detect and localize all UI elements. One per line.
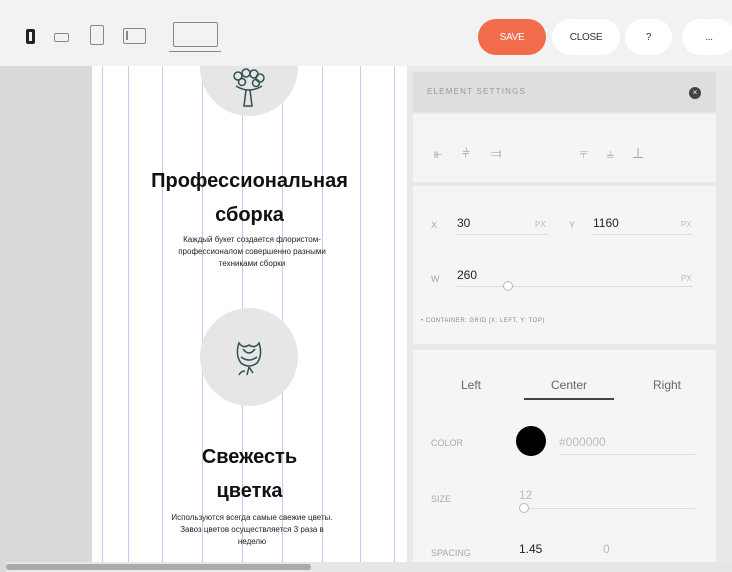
feature-title[interactable]: Свежесть: [92, 442, 407, 472]
w-unit: PX: [681, 274, 692, 283]
y-input-underline: [593, 234, 693, 235]
tablet-landscape-icon[interactable]: [123, 28, 146, 44]
spacing-input[interactable]: 1.45: [519, 542, 542, 556]
panel-title: ELEMENT SETTINGS: [427, 87, 527, 96]
help-button[interactable]: ?: [625, 19, 672, 55]
y-input[interactable]: 1160: [593, 216, 619, 230]
desktop-icon[interactable]: [169, 22, 221, 52]
position-size-card: X 30 PX Y 1160 PX W 260 PX • CONTAINER: …: [413, 186, 716, 344]
align-center-horizontal-icon[interactable]: ⫩: [455, 144, 477, 162]
tab-left[interactable]: Left: [431, 378, 511, 392]
text-line: профессионалом совершенно разными: [178, 247, 326, 256]
feature-icon-circle[interactable]: [200, 66, 298, 116]
size-slider-track[interactable]: [519, 508, 695, 509]
close-icon[interactable]: ×: [689, 87, 701, 99]
x-unit: PX: [535, 220, 546, 229]
mobile-landscape-icon[interactable]: [54, 33, 69, 42]
size-input[interactable]: 12: [519, 488, 532, 502]
align-bottom-icon[interactable]: ⊥: [627, 144, 649, 162]
w-slider-knob[interactable]: [503, 281, 513, 291]
typography-card: Left Center Right COLOR #000000 SIZE 12 …: [413, 350, 716, 562]
horizontal-scrollbar[interactable]: [6, 562, 732, 572]
element-settings-panel: ELEMENT SETTINGS × ⫦ ⫩ ⫤ ⫧ ⫨ ⊥ X 30 PX Y…: [407, 66, 732, 562]
feature-title[interactable]: сборка: [92, 200, 407, 230]
spacing-label: SPACING: [431, 548, 471, 558]
tab-right[interactable]: Right: [627, 378, 707, 392]
align-right-icon[interactable]: ⫤: [485, 144, 507, 162]
color-input[interactable]: #000000: [559, 435, 606, 449]
w-input[interactable]: 260: [457, 268, 477, 282]
bouquet-icon: [233, 68, 265, 107]
align-middle-vertical-icon[interactable]: ⫨: [599, 144, 621, 162]
letter-spacing-input[interactable]: 0: [603, 542, 610, 556]
container-note: • CONTAINER: GRID (X: LEFT, Y: TOP): [421, 318, 545, 324]
more-button[interactable]: ...: [682, 19, 732, 55]
size-slider-knob[interactable]: [519, 503, 529, 513]
feature-text[interactable]: Каждый букет создается флористом- профес…: [122, 234, 382, 270]
text-line: Завоз цветов осуществляется 3 раза в: [180, 525, 324, 534]
text-line: Используются всегда самые свежие цветы.: [171, 513, 333, 522]
size-label: SIZE: [431, 494, 452, 504]
scroll-thumb[interactable]: [6, 564, 311, 570]
feature-title[interactable]: Профессиональная: [92, 166, 407, 196]
save-button[interactable]: SAVE: [478, 19, 546, 55]
feature-title[interactable]: цветка: [92, 476, 407, 506]
align-left-icon[interactable]: ⫦: [427, 144, 449, 162]
panel-header: ELEMENT SETTINGS ×: [413, 72, 716, 112]
color-input-underline: [559, 454, 695, 455]
color-swatch[interactable]: [516, 426, 546, 456]
flower-bud-icon: [236, 341, 262, 376]
alignment-card: ⫦ ⫩ ⫤ ⫧ ⫨ ⊥: [413, 114, 716, 182]
x-label: X: [431, 220, 438, 230]
text-line: неделю: [237, 537, 267, 546]
y-label: Y: [569, 220, 576, 230]
x-input[interactable]: 30: [457, 216, 470, 230]
tab-center[interactable]: Center: [529, 378, 609, 392]
close-button[interactable]: CLOSE: [552, 19, 620, 55]
text-line: Каждый букет создается флористом-: [183, 235, 321, 244]
text-line: техниками сборки: [218, 259, 286, 268]
x-input-underline: [457, 234, 549, 235]
tablet-portrait-icon[interactable]: [90, 25, 104, 45]
y-unit: PX: [681, 220, 692, 229]
editor-canvas[interactable]: Профессиональная сборка Каждый букет соз…: [92, 66, 407, 562]
w-label: W: [431, 274, 440, 284]
w-slider-track[interactable]: [457, 286, 693, 287]
active-tab-indicator: [524, 398, 614, 400]
align-top-icon[interactable]: ⫧: [573, 144, 595, 162]
mobile-portrait-icon[interactable]: [26, 29, 35, 44]
feature-icon-circle[interactable]: [200, 308, 298, 406]
feature-text[interactable]: Используются всегда самые свежие цветы. …: [122, 512, 382, 548]
color-label: COLOR: [431, 438, 464, 448]
top-toolbar: SAVE CLOSE ? ...: [0, 0, 732, 66]
